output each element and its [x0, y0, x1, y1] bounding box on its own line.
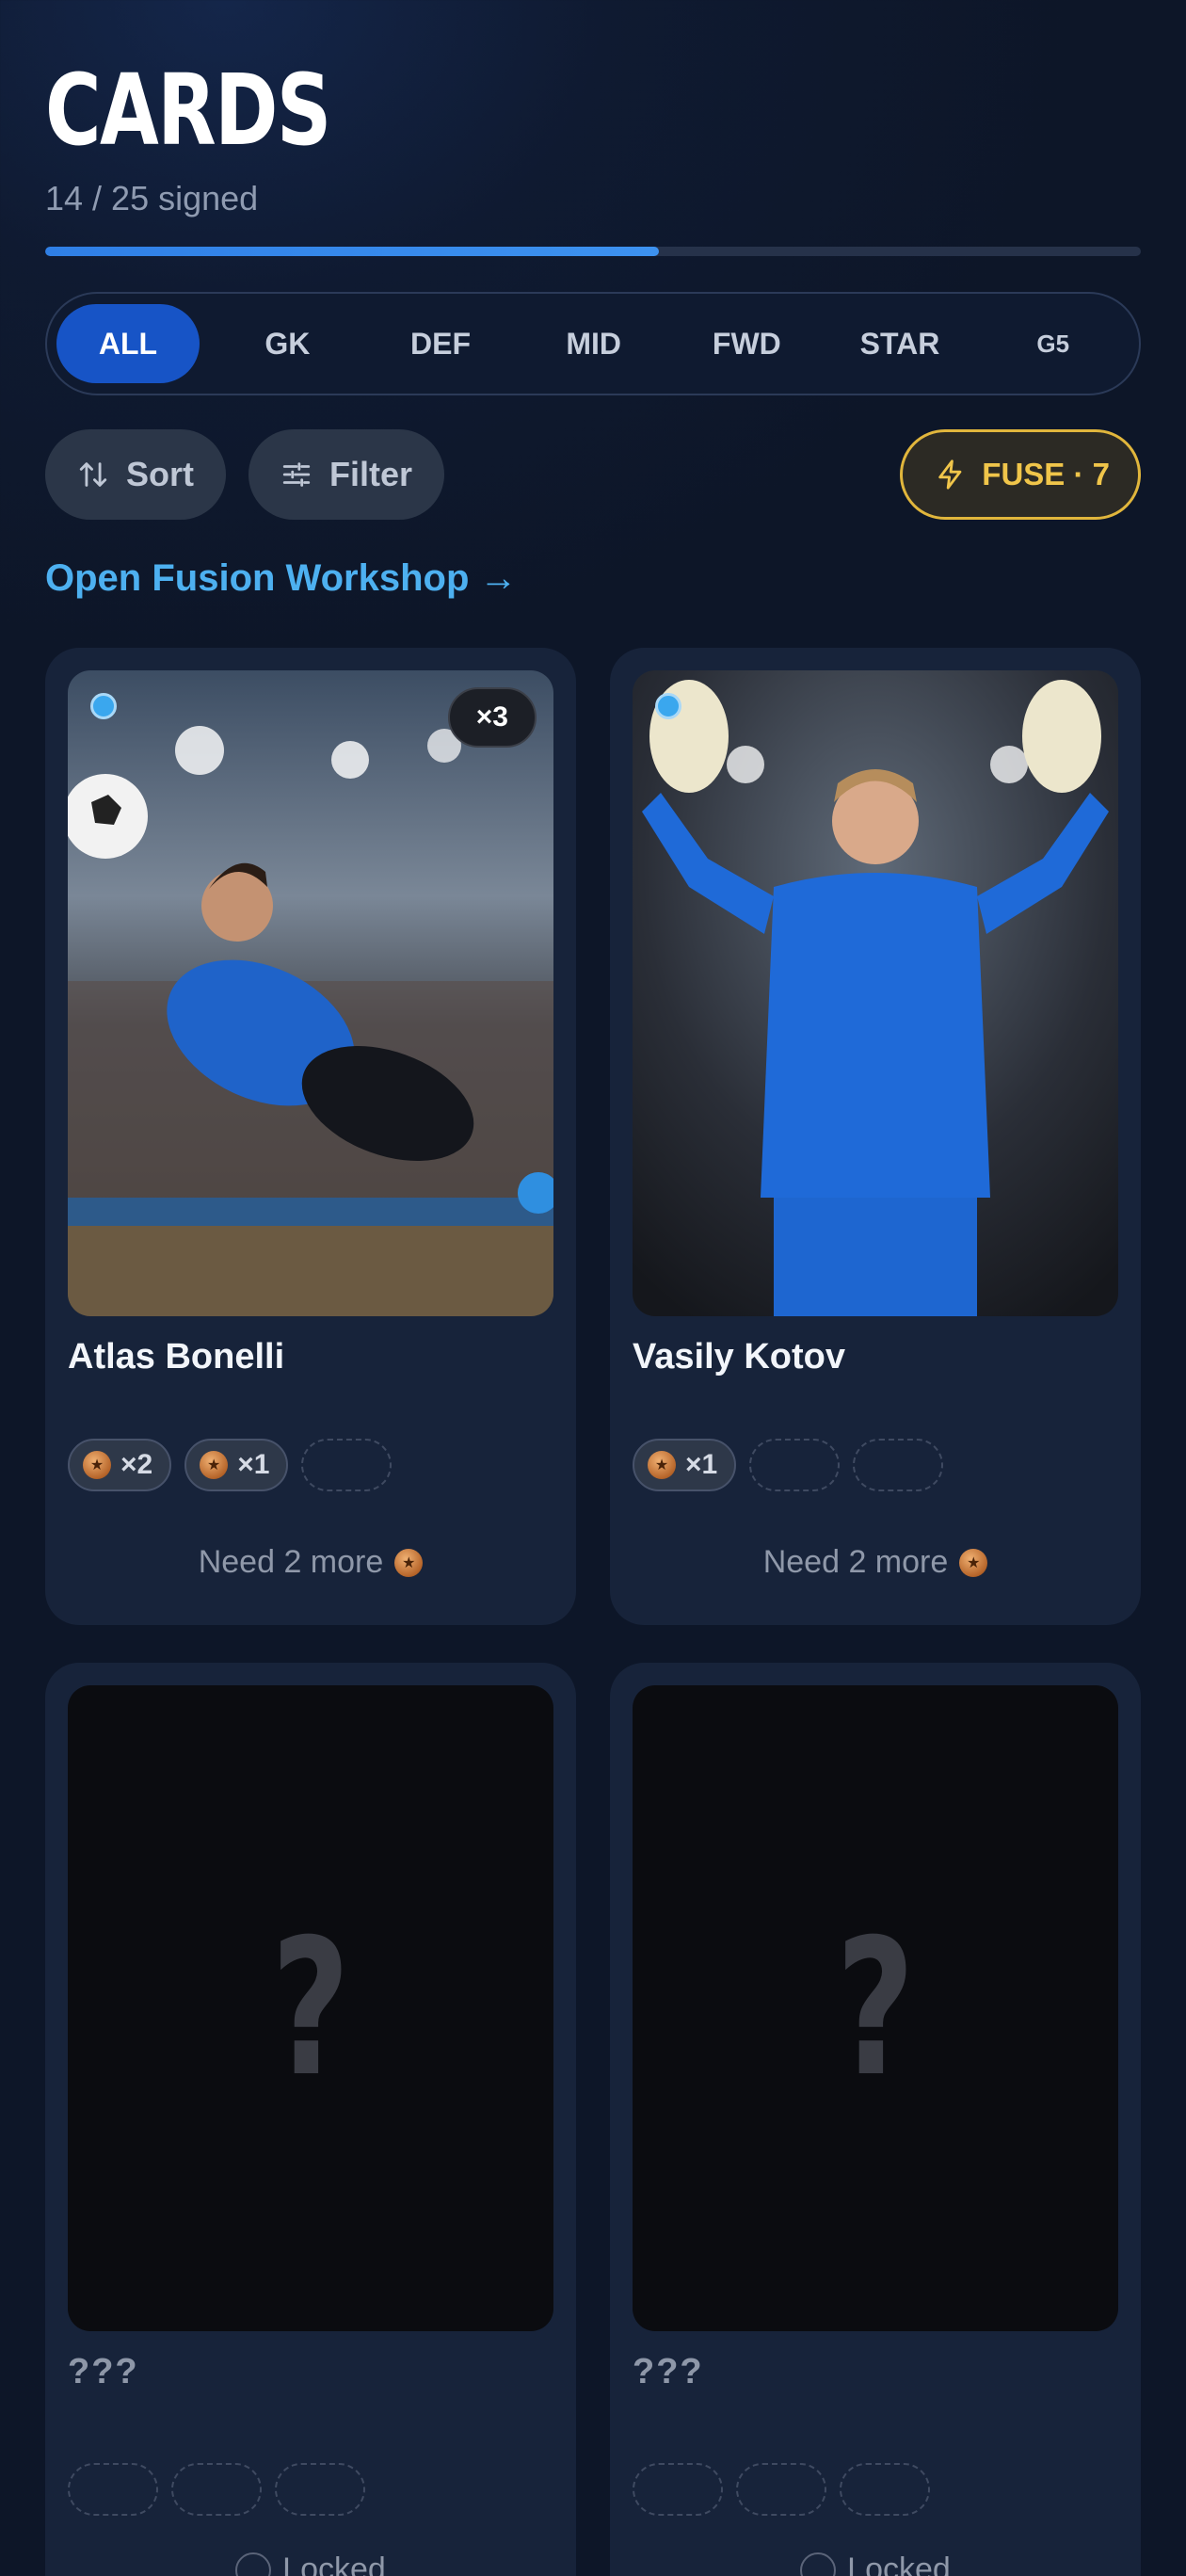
card-status-text: Need 2 more: [198, 1544, 384, 1580]
lightning-icon: [938, 459, 962, 490]
fuse-button[interactable]: FUSE · 7: [900, 429, 1141, 520]
page-title: CARDS: [45, 53, 331, 168]
bronze-coin-icon: ★: [959, 1548, 988, 1577]
lock-icon: [800, 2552, 837, 2576]
empty-fusion-slot: [301, 1439, 393, 1491]
fusion-slot: ★ ×2: [68, 1439, 172, 1491]
bronze-coin-icon: ★: [200, 1451, 229, 1479]
player-card[interactable]: Vasily Kotov ★ ×1 Need 2 more ★: [610, 648, 1141, 1625]
signed-progress-fill: [45, 247, 659, 256]
empty-fusion-slot: [633, 2463, 723, 2516]
sliders-icon: [282, 462, 311, 487]
tab-mid[interactable]: MID: [517, 304, 670, 383]
tab-g5[interactable]: G5: [976, 304, 1130, 383]
empty-fusion-slot: [840, 2463, 930, 2516]
sort-button[interactable]: Sort: [45, 429, 226, 520]
fusion-slot-count: ×1: [237, 1449, 270, 1480]
signed-count: 14 / 25 signed: [45, 179, 259, 217]
tab-def[interactable]: DEF: [364, 304, 518, 383]
fusion-slots: [68, 2463, 365, 2516]
sort-arrows-icon: [79, 462, 107, 487]
fusion-slot-count: ×1: [685, 1449, 718, 1480]
fusion-slots: [633, 2463, 930, 2516]
card-status-text: Locked: [847, 2552, 951, 2576]
empty-fusion-slot: [171, 2463, 262, 2516]
bronze-coin-icon: ★: [648, 1451, 676, 1479]
fusion-slot-count: ×2: [120, 1449, 153, 1480]
player-card[interactable]: ×3 Atlas Bonelli ★ ×2 ★ ×1 Need 2 more ★: [45, 648, 576, 1625]
filter-label: Filter: [329, 455, 413, 493]
card-indicator-dot: [90, 693, 117, 719]
duplicate-count-badge: ×3: [447, 687, 537, 748]
player-photo: ×3: [68, 670, 553, 1316]
fusion-slot: ★ ×1: [633, 1439, 737, 1491]
player-name: Vasily Kotov: [633, 1337, 845, 1377]
empty-fusion-slot: [853, 1439, 944, 1491]
filter-button[interactable]: Filter: [248, 429, 445, 520]
card-status: Need 2 more ★: [45, 1544, 576, 1581]
tab-star[interactable]: STAR: [824, 304, 977, 383]
signed-progress-bar: [45, 247, 1141, 256]
empty-fusion-slot: [749, 1439, 841, 1491]
locked-card[interactable]: ? ??? Locked: [610, 1663, 1141, 2576]
card-status: Locked: [610, 2552, 1141, 2576]
empty-fusion-slot: [275, 2463, 365, 2516]
fusion-slots: ★ ×1: [633, 1439, 944, 1491]
fusion-slots: ★ ×2 ★ ×1: [68, 1439, 393, 1491]
locked-card[interactable]: ? ??? Locked: [45, 1663, 576, 2576]
bronze-coin-icon: ★: [83, 1451, 111, 1479]
sort-label: Sort: [126, 455, 194, 493]
tab-gk[interactable]: GK: [211, 304, 364, 383]
tab-fwd[interactable]: FWD: [670, 304, 824, 383]
card-indicator-dot: [655, 693, 681, 719]
tab-all[interactable]: ALL: [56, 304, 200, 383]
card-status-text: Locked: [282, 2552, 386, 2576]
empty-fusion-slot: [68, 2463, 158, 2516]
question-mark-icon: ?: [271, 1898, 350, 2118]
player-name: ???: [68, 2352, 139, 2391]
cards-screen: CARDS 14 / 25 signed ALL GK DEF MID FWD …: [0, 0, 1186, 2576]
card-status-text: Need 2 more: [762, 1544, 949, 1580]
card-status: Need 2 more ★: [610, 1544, 1141, 1581]
fusion-slot: ★ ×1: [184, 1439, 289, 1491]
player-name: Atlas Bonelli: [68, 1337, 285, 1377]
question-mark-icon: ?: [836, 1898, 915, 2118]
player-photo: [633, 670, 1118, 1316]
bronze-coin-icon: ★: [394, 1548, 424, 1577]
empty-fusion-slot: [736, 2463, 826, 2516]
fuse-label: FUSE · 7: [982, 457, 1110, 491]
position-filter-tabs: ALL GK DEF MID FWD STAR G5: [45, 292, 1141, 395]
player-name: ???: [633, 2352, 704, 2391]
locked-card-placeholder: ?: [633, 1685, 1118, 2331]
lock-icon: [235, 2552, 272, 2576]
card-status: Locked: [45, 2552, 576, 2576]
open-fusion-workshop-link[interactable]: Open Fusion Workshop →: [45, 557, 517, 600]
locked-card-placeholder: ?: [68, 1685, 553, 2331]
